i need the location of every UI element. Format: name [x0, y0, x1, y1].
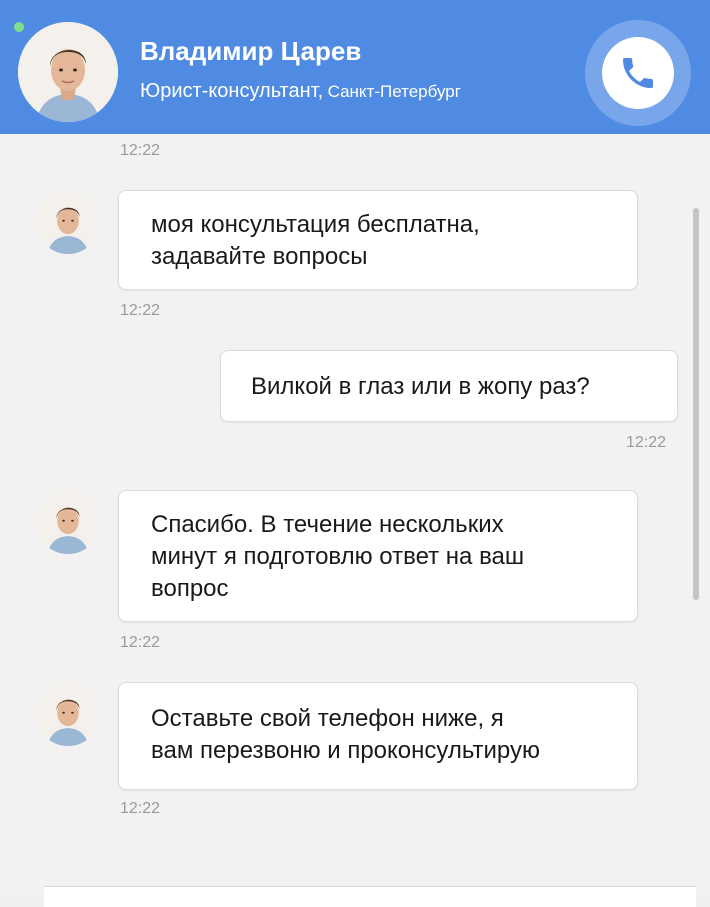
message-line: вопрос	[151, 575, 229, 602]
consultant-message-avatar	[36, 682, 100, 746]
consultant-avatar	[18, 22, 118, 122]
message-time: 12:22	[120, 142, 161, 159]
message-text: Оставьте свой телефон ниже, я вам перезв…	[151, 703, 540, 767]
consultant-message-avatar	[36, 190, 100, 254]
message-time: 12:22	[120, 302, 161, 319]
message-time: 12:22	[626, 434, 667, 451]
chat-header: Владимир Царев Юрист-консультант, Санкт-…	[0, 0, 710, 134]
consultant-message-bubble: Спасибо. В течение нескольких минут я по…	[118, 490, 638, 622]
message-input-field[interactable]	[44, 886, 696, 907]
message-line: минут я подготовлю ответ на ваш	[151, 543, 525, 570]
message-line: Оставьте свой телефон ниже, я	[151, 705, 504, 732]
message-line: моя консультация бесплатна,	[151, 211, 480, 238]
consultant-message-avatar	[36, 490, 100, 554]
consultant-city: Санкт-Петербург	[327, 82, 461, 101]
message-line: Спасибо. В течение нескольких	[151, 511, 504, 538]
message-text: моя консультация бесплатна, задавайте во…	[151, 209, 480, 273]
message-line: вам перезвоню и проконсультирую	[151, 737, 540, 764]
message-text: Спасибо. В течение нескольких минут я по…	[151, 509, 524, 605]
consultant-role: Юрист-консультант	[140, 80, 318, 102]
message-line: задавайте вопросы	[151, 243, 368, 270]
consultant-name: Владимир Царев	[140, 36, 362, 66]
chat-scrollbar[interactable]	[693, 208, 699, 600]
message-text: Вилкой в глаз или в жопу раз?	[251, 373, 590, 400]
consultant-message-bubble: Оставьте свой телефон ниже, я вам перезв…	[118, 682, 638, 790]
message-time: 12:22	[120, 800, 161, 817]
subtitle-separator: ,	[317, 80, 324, 102]
online-status-dot	[14, 22, 24, 32]
phone-icon	[623, 58, 653, 88]
call-button[interactable]	[585, 20, 691, 126]
message-time: 12:22	[120, 634, 161, 651]
user-message-bubble: Вилкой в глаз или в жопу раз?	[220, 350, 678, 422]
consultant-message-bubble: моя консультация бесплатна, задавайте во…	[118, 190, 638, 290]
consultant-subtitle: Юрист-консультант, Санкт-Петербург	[140, 80, 461, 103]
call-button-face[interactable]	[602, 37, 674, 109]
